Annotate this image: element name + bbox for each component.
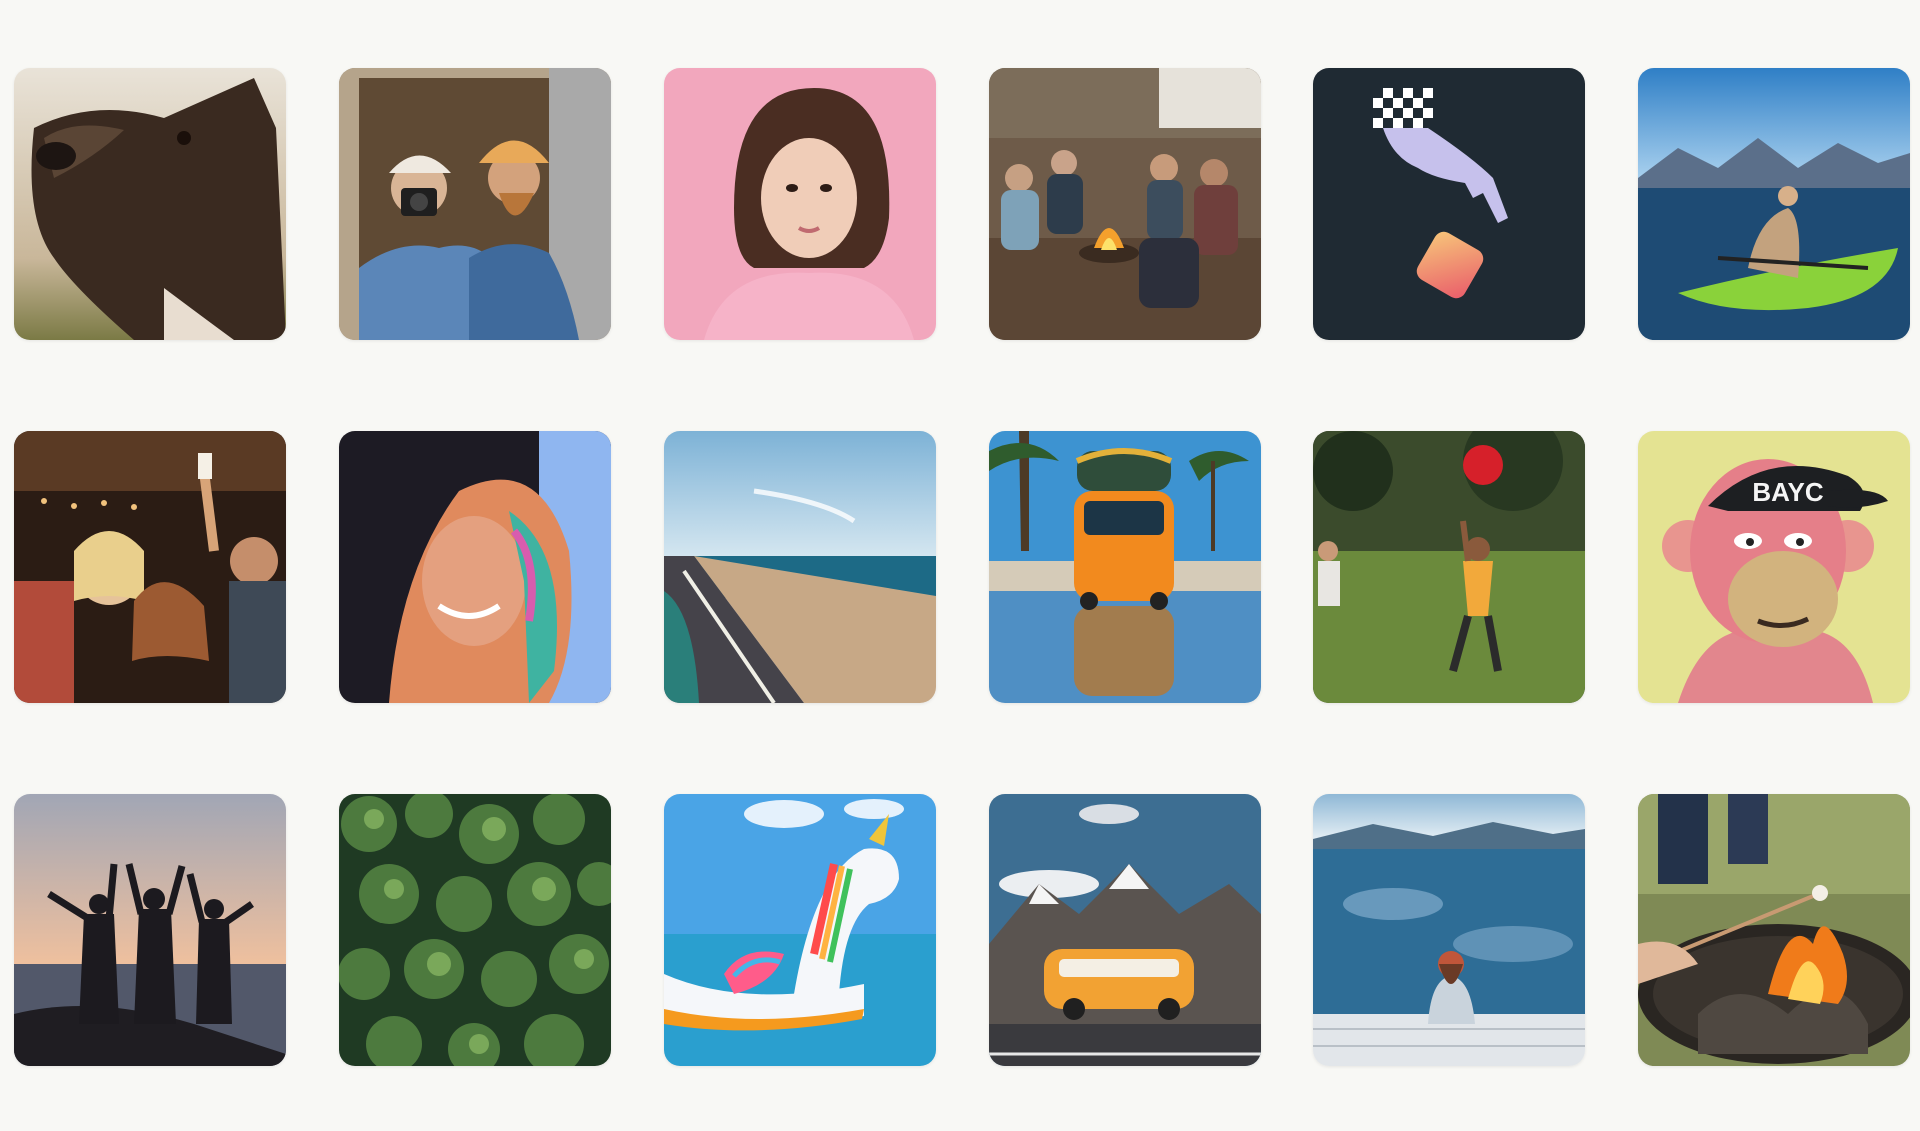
tile-campfire-group[interactable] <box>989 68 1261 340</box>
dog-image <box>14 68 286 340</box>
ape-cap-text: BAYC <box>1752 477 1824 507</box>
portrait-neon-image <box>339 431 611 703</box>
lake-image <box>1313 794 1585 1066</box>
tile-sunset-friends[interactable] <box>14 794 286 1066</box>
tile-firepit[interactable] <box>1638 794 1910 1066</box>
tile-portrait-neon[interactable] <box>339 431 611 703</box>
tile-kids-ball[interactable] <box>1313 431 1585 703</box>
tile-ape-nft[interactable]: BAYC <box>1638 431 1910 703</box>
couple-camera-image <box>339 68 611 340</box>
tile-lake-reflection[interactable] <box>1313 794 1585 1066</box>
party-image <box>14 431 286 703</box>
hand-logo-image <box>1313 68 1585 340</box>
road-image <box>664 431 936 703</box>
tile-hand-nft[interactable] <box>1313 68 1585 340</box>
tile-kayak[interactable] <box>1638 68 1910 340</box>
tile-van-mountains[interactable] <box>989 794 1261 1066</box>
kayak-image <box>1638 68 1910 340</box>
tile-vw-van-beach[interactable] <box>989 431 1261 703</box>
tile-mirror[interactable] <box>339 68 611 340</box>
forest-image <box>339 794 611 1066</box>
unicorn-image <box>664 794 936 1066</box>
tile-portrait-pink[interactable] <box>664 68 936 340</box>
portrait-image <box>664 68 936 340</box>
photo-grid: BAYC <box>0 0 1920 1131</box>
tile-forest-aerial[interactable] <box>339 794 611 1066</box>
tile-unicorn-float[interactable] <box>664 794 936 1066</box>
campfire-image <box>989 68 1261 340</box>
van-mountains-image <box>989 794 1261 1066</box>
tile-party[interactable] <box>14 431 286 703</box>
van-beach-image <box>989 431 1261 703</box>
sunset-image <box>14 794 286 1066</box>
tile-coastal-road[interactable] <box>664 431 936 703</box>
firepit-image <box>1638 794 1910 1066</box>
tile-dog[interactable] <box>14 68 286 340</box>
ape-image: BAYC <box>1638 431 1910 703</box>
kids-ball-image <box>1313 431 1585 703</box>
